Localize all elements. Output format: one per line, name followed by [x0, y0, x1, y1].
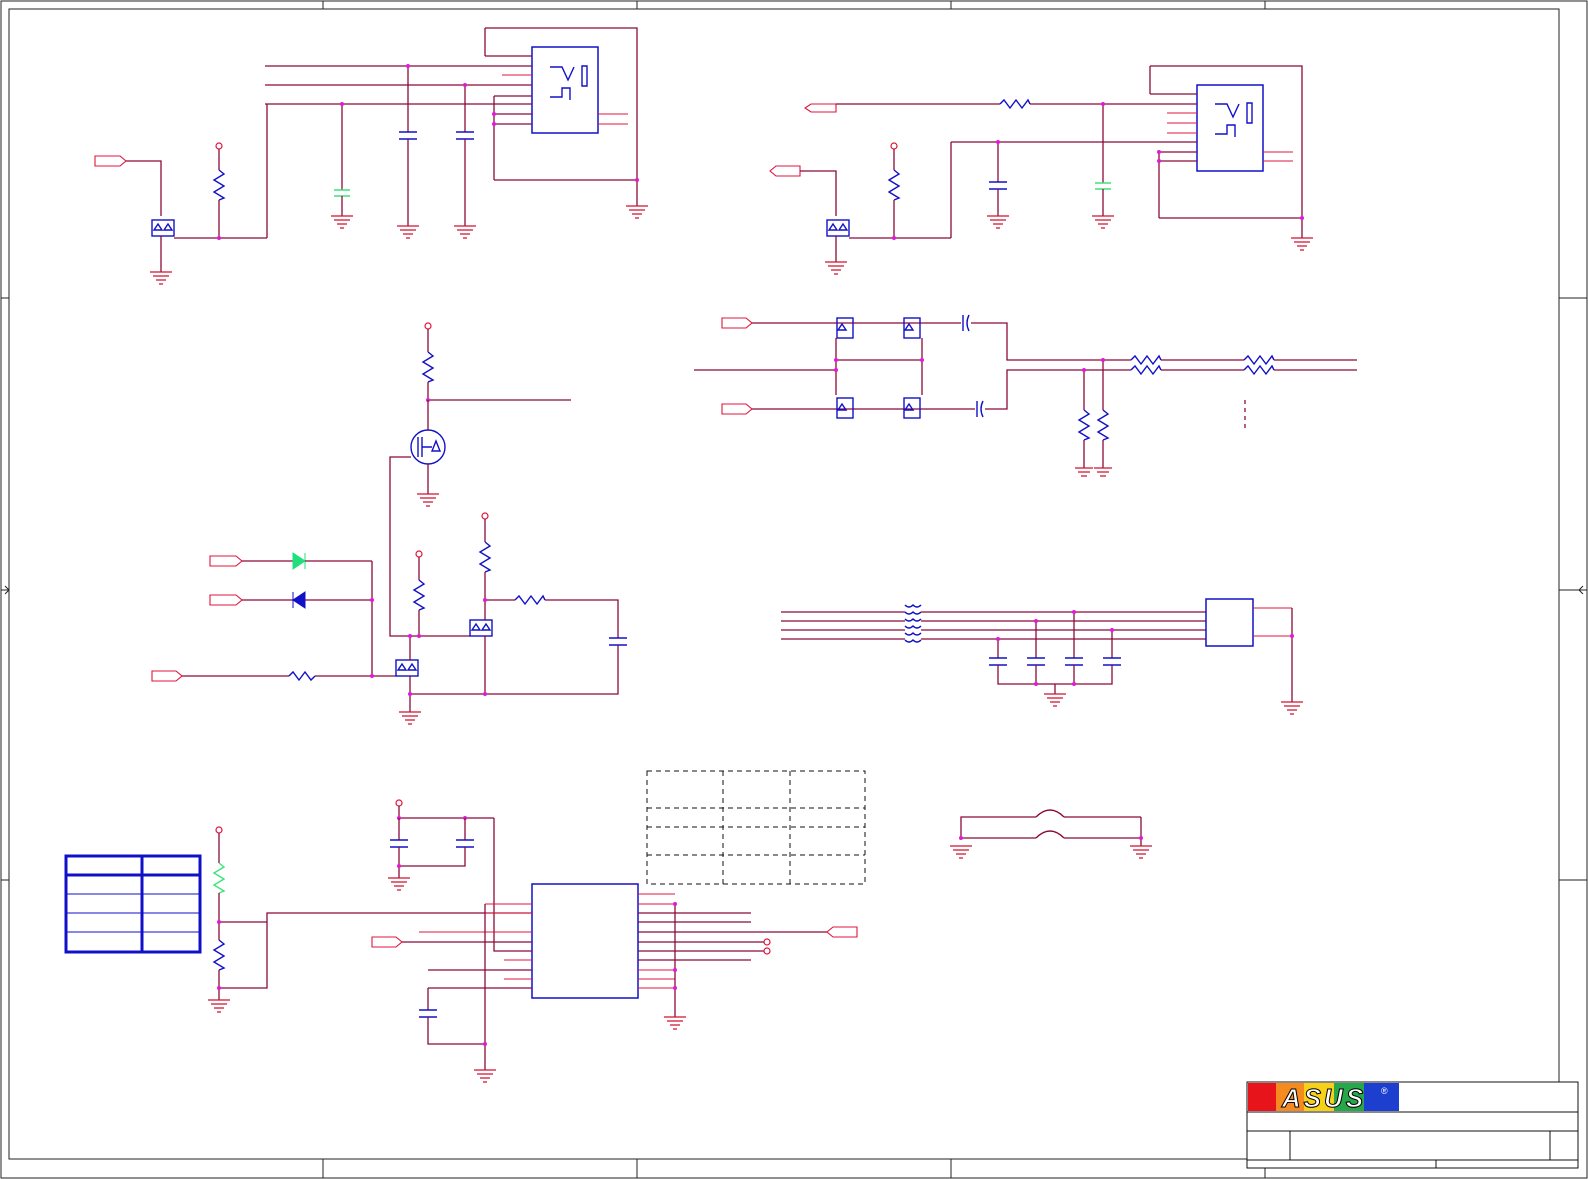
mosfet-icon [395, 659, 419, 677]
capacitor-icon [334, 189, 350, 197]
net-port [151, 670, 183, 682]
resistor-icon [412, 579, 426, 611]
asus-logo: ASUS ® [1248, 1083, 1399, 1114]
capacitor-icon [390, 839, 408, 848]
logo-text: ASUS [1281, 1083, 1366, 1113]
mosfet-icon [826, 219, 850, 237]
resistor-icon [288, 670, 316, 682]
capacitor-icon [419, 1009, 437, 1018]
capacitor-icon [456, 839, 474, 848]
option-table [646, 770, 866, 885]
resistor-icon [1243, 354, 1275, 366]
resistor-icon [999, 98, 1031, 110]
resistor-icon [514, 594, 546, 606]
led-driver-circuit [151, 322, 627, 725]
strap-divider [208, 826, 532, 1013]
ferrite-connector-circuit [781, 598, 1303, 715]
resistor-icon [212, 169, 226, 201]
resistor-icon [421, 351, 435, 383]
ic-package [531, 883, 639, 999]
schematic-sheet: ASUS ® [0, 0, 1588, 1179]
connector-jack-icon [1205, 598, 1254, 647]
net-port [826, 926, 858, 938]
net-port [209, 594, 243, 606]
sheet-border [0, 0, 1588, 1179]
mosfet-icon [836, 317, 921, 419]
capacitor-icon [976, 400, 984, 418]
net-port [371, 936, 403, 948]
diode-icon [292, 591, 306, 609]
strap-table [64, 854, 202, 954]
resistor-icon [212, 939, 226, 971]
resistor-icon [1130, 354, 1162, 366]
resistor-icon [1096, 409, 1110, 441]
audio-jack-circuit-right [769, 65, 1313, 275]
capacitor-icon [989, 181, 1007, 190]
net-port [94, 155, 127, 167]
net-port [721, 317, 753, 329]
capacitor-icon [399, 131, 417, 140]
net-port [769, 165, 801, 177]
mosfet-icon [151, 219, 175, 237]
capacitor-icon [609, 637, 627, 646]
net-port [721, 403, 753, 415]
net-port [804, 103, 837, 113]
resistor-icon [478, 541, 492, 573]
capacitor-icon [962, 314, 970, 332]
connector-jack-icon [531, 46, 599, 134]
diode-icon [292, 552, 306, 570]
switch-ic [371, 799, 858, 1083]
registered-mark: ® [1381, 1086, 1388, 1096]
connector-jack-icon [1196, 84, 1264, 172]
net-port [209, 555, 243, 567]
ferrite-bead-icon [904, 604, 922, 643]
resistor-icon [1077, 409, 1091, 441]
resistor-icon [212, 862, 226, 894]
title-block: ASUS ® [1246, 1081, 1579, 1169]
audio-jack-circuit-left [94, 27, 648, 285]
net-tie [950, 809, 1152, 859]
capacitor-icon [456, 131, 474, 140]
ground-icon [626, 205, 648, 219]
capacitor-icon [1095, 182, 1111, 190]
resistor-icon [1130, 364, 1162, 376]
mosfet-icon [469, 619, 493, 637]
mosfet-icon [410, 429, 446, 465]
resistor-icon [1243, 364, 1275, 376]
capacitor-icon [989, 657, 1121, 666]
resistor-icon [887, 169, 901, 201]
differential-switch-circuit [694, 314, 1357, 477]
